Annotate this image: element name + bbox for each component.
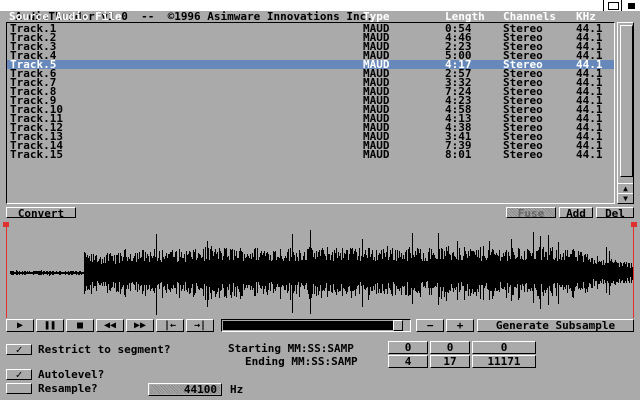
depth-front-icon[interactable]: [621, 0, 640, 11]
header-length: Length: [445, 10, 485, 23]
position-slider-knob[interactable]: [393, 320, 403, 331]
header-type: Type: [363, 10, 390, 23]
resample-rate-field[interactable]: 44100: [148, 383, 222, 396]
end-seconds-value: 17: [443, 355, 457, 368]
resample-checkbox[interactable]: [6, 383, 32, 394]
fast-forward-icon: ▶▶: [133, 320, 147, 331]
fuse-button[interactable]: Fuse: [506, 207, 556, 219]
ending-label: Ending MM:SS:SAMP: [245, 355, 358, 368]
rewind-icon: ◀◀: [103, 320, 117, 331]
pause-icon: ❚❚: [43, 320, 57, 331]
end-minutes-value: 4: [404, 355, 412, 368]
stop-icon: ■: [76, 320, 84, 331]
header-khz: KHz: [576, 10, 596, 23]
goto-start-button[interactable]: |←: [156, 319, 184, 332]
end-samples-value: 11171: [487, 355, 521, 368]
scroll-up-icon[interactable]: ▲: [618, 183, 633, 193]
convert-button[interactable]: Convert: [6, 207, 76, 219]
restrict-checkbox[interactable]: ✓: [6, 344, 32, 355]
autolevel-label: Autolevel?: [38, 368, 105, 381]
zoom-out-button[interactable]: −: [416, 319, 444, 332]
goto-end-button[interactable]: →|: [186, 319, 214, 332]
hz-label: Hz: [230, 383, 244, 396]
scroll-down-icon[interactable]: ▼: [618, 193, 633, 203]
waveform-trace: [10, 230, 634, 315]
generate-subsample-button[interactable]: Generate Subsample: [477, 319, 634, 332]
waveform-display[interactable]: [0, 222, 640, 318]
cell-length: 8:01: [445, 148, 472, 161]
end-seconds-field[interactable]: 17: [430, 355, 470, 368]
resample-rate-value: 44100: [150, 384, 220, 395]
list-scrollbar[interactable]: ▲ ▼: [617, 22, 634, 204]
play-button[interactable]: ▶: [6, 319, 34, 332]
waveform-graph[interactable]: [0, 222, 640, 318]
restrict-label: Restrict to segment?: [38, 343, 171, 356]
zoom-in-button[interactable]: +: [446, 319, 474, 332]
scrollbar-knob[interactable]: [620, 25, 633, 177]
goto-end-icon: →|: [193, 320, 207, 331]
depth-back-icon[interactable]: [603, 0, 622, 11]
goto-start-icon: |←: [163, 320, 177, 331]
play-icon: ▶: [16, 320, 24, 331]
start-samples-field[interactable]: 0: [472, 341, 536, 354]
del-button[interactable]: Del: [596, 207, 634, 219]
start-minutes-value: 0: [404, 341, 412, 354]
list-row[interactable]: Track.15 MAUD 8:01 Stereo 44.1: [7, 148, 614, 161]
segment-end-handle[interactable]: [631, 222, 637, 227]
segment-start-handle[interactable]: [3, 222, 9, 227]
check-icon: ✓: [15, 368, 23, 381]
audio-file-list[interactable]: Track.1 MAUD 0:54 Stereo 44.1 Track.2 MAUD 4:46…: [6, 22, 615, 204]
cell-type: MAUD: [363, 148, 390, 161]
end-samples-field[interactable]: 11171: [472, 355, 536, 368]
header-channels: Channels: [503, 10, 556, 23]
add-button[interactable]: Add: [559, 207, 593, 219]
position-slider[interactable]: [221, 319, 411, 332]
fast-forward-button[interactable]: ▶▶: [126, 319, 154, 332]
rewind-button[interactable]: ◀◀: [96, 319, 124, 332]
start-seconds-field[interactable]: 0: [430, 341, 470, 354]
position-slider-fill: [223, 321, 393, 330]
header-source: Source Audio File: [9, 10, 122, 23]
autolevel-checkbox[interactable]: ✓: [6, 369, 32, 380]
start-samples-value: 0: [500, 341, 508, 354]
stop-button[interactable]: ■: [66, 319, 94, 332]
cell-khz: 44.1: [576, 148, 603, 161]
cell-name: Track.15: [10, 148, 63, 161]
check-icon: ✓: [15, 343, 23, 356]
pause-button[interactable]: ❚❚: [36, 319, 64, 332]
end-minutes-field[interactable]: 4: [388, 355, 428, 368]
cell-channels: Stereo: [503, 148, 543, 161]
resample-label: Resample?: [38, 382, 98, 395]
starting-label: Starting MM:SS:SAMP: [228, 342, 354, 355]
start-minutes-field[interactable]: 0: [388, 341, 428, 354]
start-seconds-value: 0: [446, 341, 454, 354]
